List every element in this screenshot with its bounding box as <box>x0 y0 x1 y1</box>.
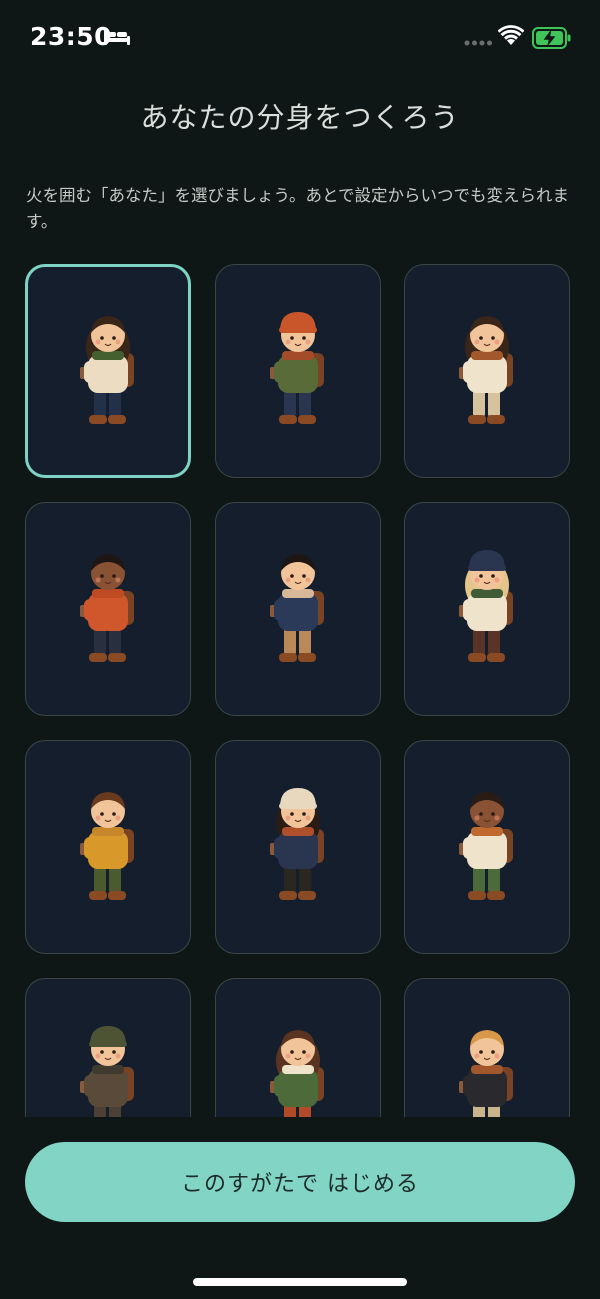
avatar-illustration <box>459 792 513 900</box>
avatar-illustration <box>459 1030 513 1117</box>
avatar-illustration <box>80 792 134 900</box>
wifi-icon <box>498 25 524 45</box>
avatar-select-screen: 23:50 あなたの分身をつくろう 火を囲む「あなた」を選びましょう。あとで設定… <box>0 0 600 1299</box>
avatar-card[interactable] <box>215 264 381 478</box>
avatar-illustration <box>80 1026 134 1117</box>
home-indicator <box>193 1278 407 1286</box>
avatar-card[interactable] <box>25 740 191 954</box>
avatar-illustration <box>270 1030 324 1117</box>
avatar-card[interactable] <box>404 978 570 1117</box>
avatar-card[interactable] <box>25 264 191 478</box>
avatar-illustration <box>80 316 134 424</box>
avatar-card[interactable] <box>25 502 191 716</box>
status-time: 23:50 <box>30 22 113 51</box>
avatar-card[interactable] <box>404 502 570 716</box>
avatar-illustration <box>459 550 513 662</box>
avatar-grid-scroll[interactable] <box>0 262 600 1117</box>
avatar-card[interactable] <box>404 264 570 478</box>
avatar-card[interactable] <box>215 740 381 954</box>
avatar-card[interactable] <box>215 502 381 716</box>
avatar-illustration <box>270 788 324 900</box>
avatar-illustration <box>80 554 134 662</box>
avatar-card[interactable] <box>215 978 381 1117</box>
avatar-card[interactable] <box>25 978 191 1117</box>
avatar-illustration <box>270 312 324 424</box>
battery-charging-icon <box>532 27 571 49</box>
status-bar: 23:50 <box>0 0 600 78</box>
description-text: 火を囲む「あなた」を選びましょう。あとで設定からいつでも変えられます。 <box>26 186 570 231</box>
avatar-card[interactable] <box>404 740 570 954</box>
avatar-illustration <box>270 554 324 662</box>
bed-icon <box>104 29 130 45</box>
page-title: あなたの分身をつくろう <box>140 101 460 134</box>
start-button[interactable]: このすがたで はじめる <box>25 1142 575 1222</box>
avatar-illustration <box>459 316 513 424</box>
signal-icon <box>464 40 492 46</box>
